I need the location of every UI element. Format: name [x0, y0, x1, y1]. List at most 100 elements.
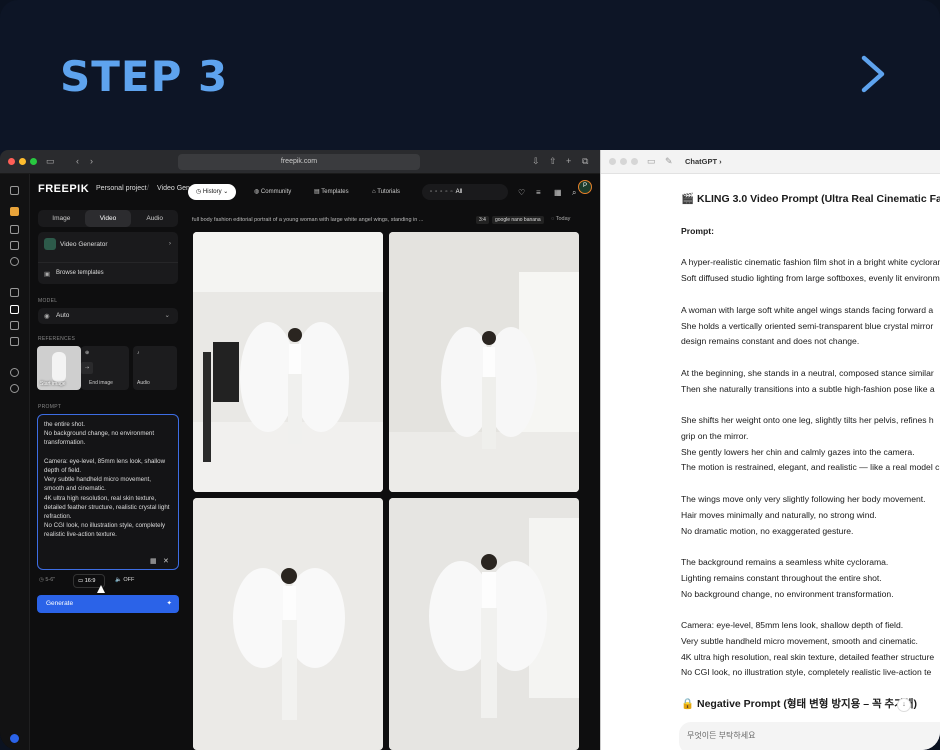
tab-image[interactable]: Image — [38, 210, 85, 227]
refresh-icon[interactable] — [10, 368, 19, 377]
community-label: Community — [260, 189, 292, 195]
chat-response: 🎬 KLING 3.0 Video Prompt (Ultra Real Cin… — [681, 192, 940, 745]
chat-line: No CGI look, no illustration style, comp… — [681, 667, 932, 678]
apps-icon[interactable] — [10, 241, 19, 250]
angel-photo-2 — [389, 232, 579, 492]
results-area: ◷ History ⌄ ◍ Community ▤ Templates ⌂ Tu… — [186, 174, 600, 750]
chat-line: Hair moves minimally and naturally, no s… — [681, 509, 877, 520]
media-filter-group[interactable]: ▫▫▫▫▫All — [422, 184, 508, 200]
model-select[interactable]: ◉ Auto ⌄ — [38, 308, 178, 324]
templates-icon: ▣ — [44, 271, 51, 278]
sidebar-icon[interactable]: ▭ — [647, 156, 656, 167]
audio-toggle-value: OFF — [123, 577, 135, 583]
step-heading: STEP 3 — [60, 52, 229, 101]
result-image-2[interactable] — [389, 232, 579, 492]
clear-icon[interactable]: ✕ — [163, 557, 169, 565]
globe-icon[interactable] — [10, 257, 19, 266]
scroll-down-icon[interactable]: ↓ — [897, 698, 911, 712]
filter-all[interactable]: All — [456, 189, 463, 195]
left-browser-window: ▭ ‹ › freepik.com ⇩ ⇧ + ⧉ FREEPIK Person… — [0, 150, 600, 750]
chat-label: Prompt: — [681, 225, 714, 236]
tab-audio[interactable]: Audio — [131, 210, 178, 227]
close-dot[interactable] — [8, 158, 15, 165]
chat-input[interactable]: 무엇이든 부탁하세요 — [679, 722, 940, 750]
search-icon[interactable]: ⌕ — [572, 188, 576, 198]
audio-slot[interactable]: ♪ Audio — [133, 346, 177, 390]
edit-icon[interactable] — [10, 321, 19, 330]
chat-line: The background remains a seamless white … — [681, 557, 889, 568]
share-icon[interactable]: ⇧ — [549, 156, 557, 167]
community-button[interactable]: ◍ Community — [246, 184, 299, 200]
tabs-overview-icon[interactable]: ⧉ — [582, 156, 588, 167]
minimize-dot-inactive[interactable] — [620, 158, 627, 165]
prompt-textarea[interactable]: the entire shot. No background change, n… — [37, 414, 179, 570]
panel-toggle-icon[interactable] — [10, 186, 19, 195]
forward-icon[interactable]: › — [90, 156, 93, 166]
chevron-down-icon: ⌄ — [164, 312, 170, 319]
ratio-badge: 3:4 — [476, 216, 489, 224]
browse-templates-link[interactable]: Browse templates — [56, 270, 104, 276]
minimize-dot[interactable] — [19, 158, 26, 165]
date-value: Today — [555, 216, 571, 222]
heart-icon[interactable]: ♡ — [518, 188, 525, 197]
result-image-3[interactable] — [193, 498, 383, 750]
home-icon[interactable] — [10, 225, 19, 234]
address-bar[interactable]: freepik.com — [178, 154, 420, 170]
chat-input-placeholder: 무엇이든 부탁하세요 — [687, 731, 756, 740]
project-crumb[interactable]: Personal project — [96, 185, 147, 192]
back-icon[interactable]: ‹ — [76, 156, 79, 166]
chat-line: The wings move only very slightly follow… — [681, 494, 926, 505]
history-clock-icon: ◷ — [196, 189, 203, 195]
generate-button[interactable]: Generate ✦ — [37, 595, 179, 613]
tutorials-button[interactable]: ⌂ Tutorials — [364, 184, 408, 200]
video-generator-icon — [44, 238, 56, 250]
download-icon[interactable]: ⇩ — [532, 156, 540, 167]
chatgpt-title[interactable]: ChatGPT › — [685, 157, 722, 166]
result-image-4[interactable] — [389, 498, 579, 750]
swap-icon[interactable]: ⇢ — [81, 362, 93, 374]
chat-line: She holds a vertically oriented semi-tra… — [681, 320, 934, 331]
history-button[interactable]: ◷ History ⌄ — [188, 184, 237, 200]
ratio-icon: ▭ — [78, 578, 85, 584]
chevron-right-icon[interactable] — [858, 54, 888, 94]
tool-selector[interactable]: Video Generator — [60, 241, 108, 248]
sparkle-icon: ✦ — [166, 600, 172, 607]
new-tab-icon[interactable]: + — [566, 156, 571, 166]
history-icon[interactable] — [10, 384, 19, 393]
image-attach-icon[interactable]: ▦ — [150, 557, 157, 565]
grid-icon[interactable] — [10, 337, 19, 346]
chat-line: design remains constant and does not cha… — [681, 336, 860, 347]
templates-button[interactable]: ▤ Templates — [306, 184, 357, 200]
start-image-slot[interactable]: Start image — [37, 346, 81, 390]
audio-label: Audio — [137, 380, 150, 386]
globe-small-icon: ◍ — [254, 189, 261, 195]
grid-view-icon[interactable]: ▦ — [554, 188, 562, 197]
video-icon[interactable] — [10, 305, 19, 314]
audio-toggle[interactable]: 🔈 OFF — [115, 577, 134, 583]
freepik-logo[interactable]: FREEPIK — [38, 183, 89, 195]
duration-option[interactable]: ◷ 5-6" — [39, 577, 55, 583]
pencil-icon[interactable] — [10, 207, 19, 216]
angel-photo-3 — [193, 498, 383, 750]
compose-icon[interactable]: ✎ — [665, 156, 673, 167]
result-image-1[interactable] — [193, 232, 383, 492]
mode-tabs: Image Video Audio — [38, 210, 178, 227]
sliders-icon[interactable]: ≡ — [536, 188, 541, 197]
zoom-dot[interactable] — [30, 158, 37, 165]
zoom-dot-inactive[interactable] — [631, 158, 638, 165]
end-image-slot[interactable]: ⊕ ⇢ End image — [81, 346, 129, 390]
sidebar-toggle-icon[interactable]: ▭ — [46, 156, 55, 167]
image-add-icon: ⊕ — [85, 350, 90, 356]
ratio-value: 16:9 — [84, 578, 96, 584]
notification-icon[interactable] — [10, 734, 19, 743]
generate-label: Generate — [46, 600, 74, 607]
image-icon[interactable] — [10, 288, 19, 297]
tab-video[interactable]: Video — [84, 210, 132, 227]
chatgpt-toolbar: ▭ ✎ ChatGPT › — [601, 150, 940, 174]
tool-card: Video Generator › ▣ Browse templates — [38, 232, 178, 284]
chevron-right-small-icon[interactable]: › — [169, 240, 171, 247]
close-dot-inactive[interactable] — [609, 158, 616, 165]
